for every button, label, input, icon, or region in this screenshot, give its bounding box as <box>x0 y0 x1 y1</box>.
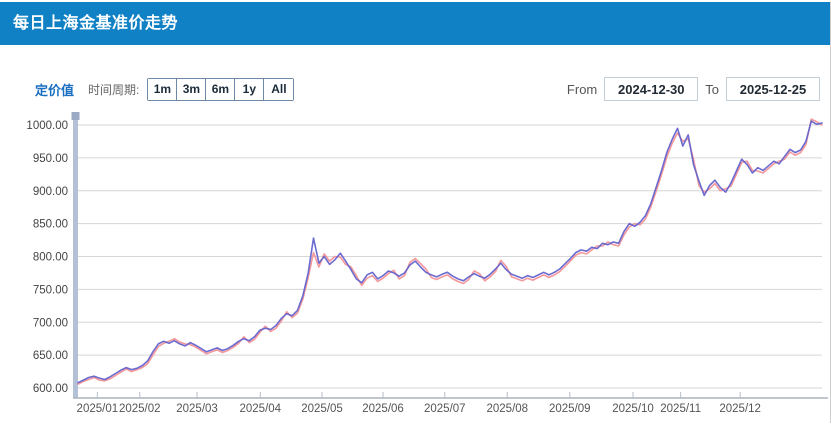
chart-controls: 定价值 时间周期: 1m3m6m1yAll From To <box>0 76 830 102</box>
to-date-input[interactable] <box>726 77 820 101</box>
y-axis-tick-label: 900.00 <box>33 186 68 198</box>
x-axis-tick-label: 2025/02 <box>119 403 161 415</box>
x-axis-tick-label: 2025/09 <box>549 403 591 415</box>
x-axis-tick-label: 2025/04 <box>239 403 281 415</box>
y-axis-tick-label: 600.00 <box>33 383 68 395</box>
panel-title: 每日上海金基准价走势 <box>0 2 830 45</box>
y-axis-tick-label: 650.00 <box>33 350 68 362</box>
from-label: From <box>567 82 597 97</box>
x-axis-tick-label: 2025/10 <box>612 403 654 415</box>
period-button-3m[interactable]: 3m <box>177 79 206 100</box>
x-axis-tick-label: 2025/07 <box>424 403 466 415</box>
y-axis-tick-label: 750.00 <box>33 284 68 296</box>
period-button-group: 1m3m6m1yAll <box>147 78 294 101</box>
y-axis-tick-label: 850.00 <box>33 219 68 231</box>
chart-area[interactable]: 1000.00 950.00 900.00 850.00 800.00 750.00 700… <box>0 104 831 420</box>
series-pink-line <box>78 119 822 384</box>
y-axis-grip[interactable] <box>72 112 80 120</box>
period-button-all[interactable]: All <box>264 79 293 100</box>
y-axis-bar <box>73 112 78 398</box>
from-date-input[interactable] <box>604 77 698 101</box>
y-axis-title: 定价值 <box>35 80 74 99</box>
x-axis-tick-label: 2025/05 <box>301 403 343 415</box>
series-purple-line <box>78 121 822 383</box>
x-axis-tick-label: 2025/12 <box>719 403 761 415</box>
period-button-1y[interactable]: 1y <box>235 79 264 100</box>
period-selector-label: 时间周期: <box>88 81 139 98</box>
x-axis-tick-label: 2025/08 <box>486 403 528 415</box>
y-axis-tick-label: 950.00 <box>33 153 68 165</box>
period-button-6m[interactable]: 6m <box>206 79 235 100</box>
x-axis-tick-label: 2025/06 <box>362 403 404 415</box>
period-button-1m[interactable]: 1m <box>148 79 177 100</box>
price-line-chart[interactable]: 1000.00 950.00 900.00 850.00 800.00 750.00 700… <box>0 104 831 420</box>
to-label: To <box>705 82 719 97</box>
x-axis-tick-label: 2025/01 <box>77 403 119 415</box>
y-axis-tick-label: 800.00 <box>33 252 68 264</box>
gold-price-panel: 每日上海金基准价走势 定价值 时间周期: 1m3m6m1yAll From To… <box>0 2 831 423</box>
y-axis-tick-label: 1000.00 <box>26 120 68 132</box>
y-axis-tick-label: 700.00 <box>33 317 68 329</box>
x-axis-tick-label: 2025/03 <box>176 403 218 415</box>
x-axis-tick-label: 2025/11 <box>660 403 701 415</box>
